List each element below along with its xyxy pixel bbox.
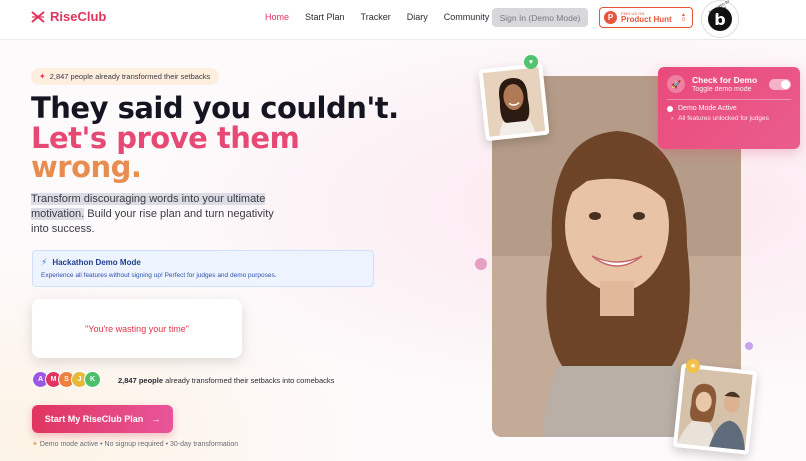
status-dot	[667, 105, 673, 112]
demo-status-row: Demo Mode Active	[667, 105, 791, 112]
demo-check-header: 🚀 Check for Demo Toggle demo mode	[667, 75, 791, 93]
product-hunt-count: 0	[682, 16, 685, 23]
demo-notice-desc: Experience all features without signing …	[41, 272, 277, 279]
negative-quote: "You're wasting your time"	[85, 323, 189, 334]
decorative-dot	[475, 258, 487, 270]
brand-name: RiseClub	[50, 9, 107, 24]
star-icon: ✦	[32, 441, 38, 448]
nav-start-plan[interactable]: Start Plan	[305, 12, 345, 22]
divider	[667, 99, 791, 100]
decorative-dot	[745, 342, 753, 350]
negative-quote-card: "You're wasting your time"	[32, 299, 242, 358]
demo-status: Demo Mode Active	[678, 105, 737, 112]
top-navbar: RiseClub Home Start Plan Tracker Diary C…	[0, 0, 806, 40]
demo-notice-title-row: ⚡ Hackathon Demo Mode	[41, 257, 365, 268]
nav-community[interactable]: Community	[444, 12, 490, 22]
avatar-stack: AMSJK	[32, 371, 101, 388]
woman-portrait-illustration	[482, 67, 546, 137]
sparkle-icon: ✦	[39, 72, 46, 81]
toggle-knob	[781, 79, 790, 89]
start-plan-button[interactable]: Start My RiseClub Plan →	[32, 405, 173, 433]
heart-icon: ♥	[524, 55, 538, 69]
nav-tracker[interactable]: Tracker	[361, 12, 391, 22]
brand-logo[interactable]: RiseClub	[31, 9, 106, 24]
demo-detail: All features unlocked for judges	[678, 115, 769, 122]
riseclub-logo-icon	[31, 10, 45, 23]
product-hunt-text: FIND US ON Product Hunt	[621, 11, 672, 24]
avatar-caption-rest: already transformed their setbacks into …	[163, 376, 335, 385]
demo-check-panel: 🚀 Check for Demo Toggle demo mode Demo M…	[658, 67, 800, 149]
start-plan-label: Start My RiseClub Plan	[44, 414, 144, 424]
product-hunt-upvotes: ▲ 0	[681, 11, 686, 23]
avatar-caption-count: 2,847 people	[118, 376, 164, 385]
avatar: K	[84, 371, 101, 388]
hero-subtitle: Transform discouraging words into your u…	[31, 192, 281, 237]
demo-mode-notice: ⚡ Hackathon Demo Mode Experience all fea…	[32, 250, 374, 287]
main-nav: Home Start Plan Tracker Diary Community	[265, 12, 489, 22]
nav-home[interactable]: Home	[265, 12, 289, 22]
product-hunt-icon: P	[604, 11, 617, 24]
demo-detail-row: › All features unlocked for judges	[667, 115, 791, 122]
star-icon: ★	[686, 359, 700, 373]
headline-line-3: wrong.	[31, 150, 142, 184]
demo-notice-title: Hackathon Demo Mode	[52, 258, 141, 267]
small-photo-woman	[478, 62, 550, 142]
social-proof-text: 2,847 people already transformed their s…	[49, 72, 211, 81]
arrow-right-icon: →	[151, 414, 161, 424]
social-proof-pill: ✦ 2,847 people already transformed their…	[31, 68, 219, 85]
bolt-badge[interactable]: POWERED BY BOLT.NEW b	[701, 0, 739, 38]
demo-check-texts: Check for Demo Toggle demo mode	[692, 75, 757, 93]
demo-check-title: Check for Demo	[692, 75, 758, 85]
footnote-text: Demo mode active • No signup required • …	[39, 441, 239, 448]
demo-check-subtitle: Toggle demo mode	[692, 86, 752, 93]
avatar-caption: 2,847 people already transformed their s…	[118, 376, 334, 385]
product-hunt-name: Product Hunt	[621, 14, 672, 24]
signin-button[interactable]: Sign In (Demo Mode)	[492, 8, 588, 27]
product-hunt-badge[interactable]: P FIND US ON Product Hunt ▲ 0	[599, 7, 693, 28]
small-photo-couple	[672, 363, 758, 455]
chevron-right-icon: ›	[671, 115, 674, 122]
rocket-icon: 🚀	[667, 75, 685, 93]
couple-illustration	[677, 367, 753, 451]
headline-line-2: Let's prove them	[31, 121, 300, 155]
demo-mode-toggle[interactable]	[769, 78, 791, 90]
footnote: ✦ Demo mode active • No signup required …	[32, 440, 238, 448]
nav-diary[interactable]: Diary	[407, 12, 428, 22]
bolt-icon: ⚡	[41, 257, 48, 267]
headline-line-1: They said you couldn't.	[31, 91, 399, 125]
